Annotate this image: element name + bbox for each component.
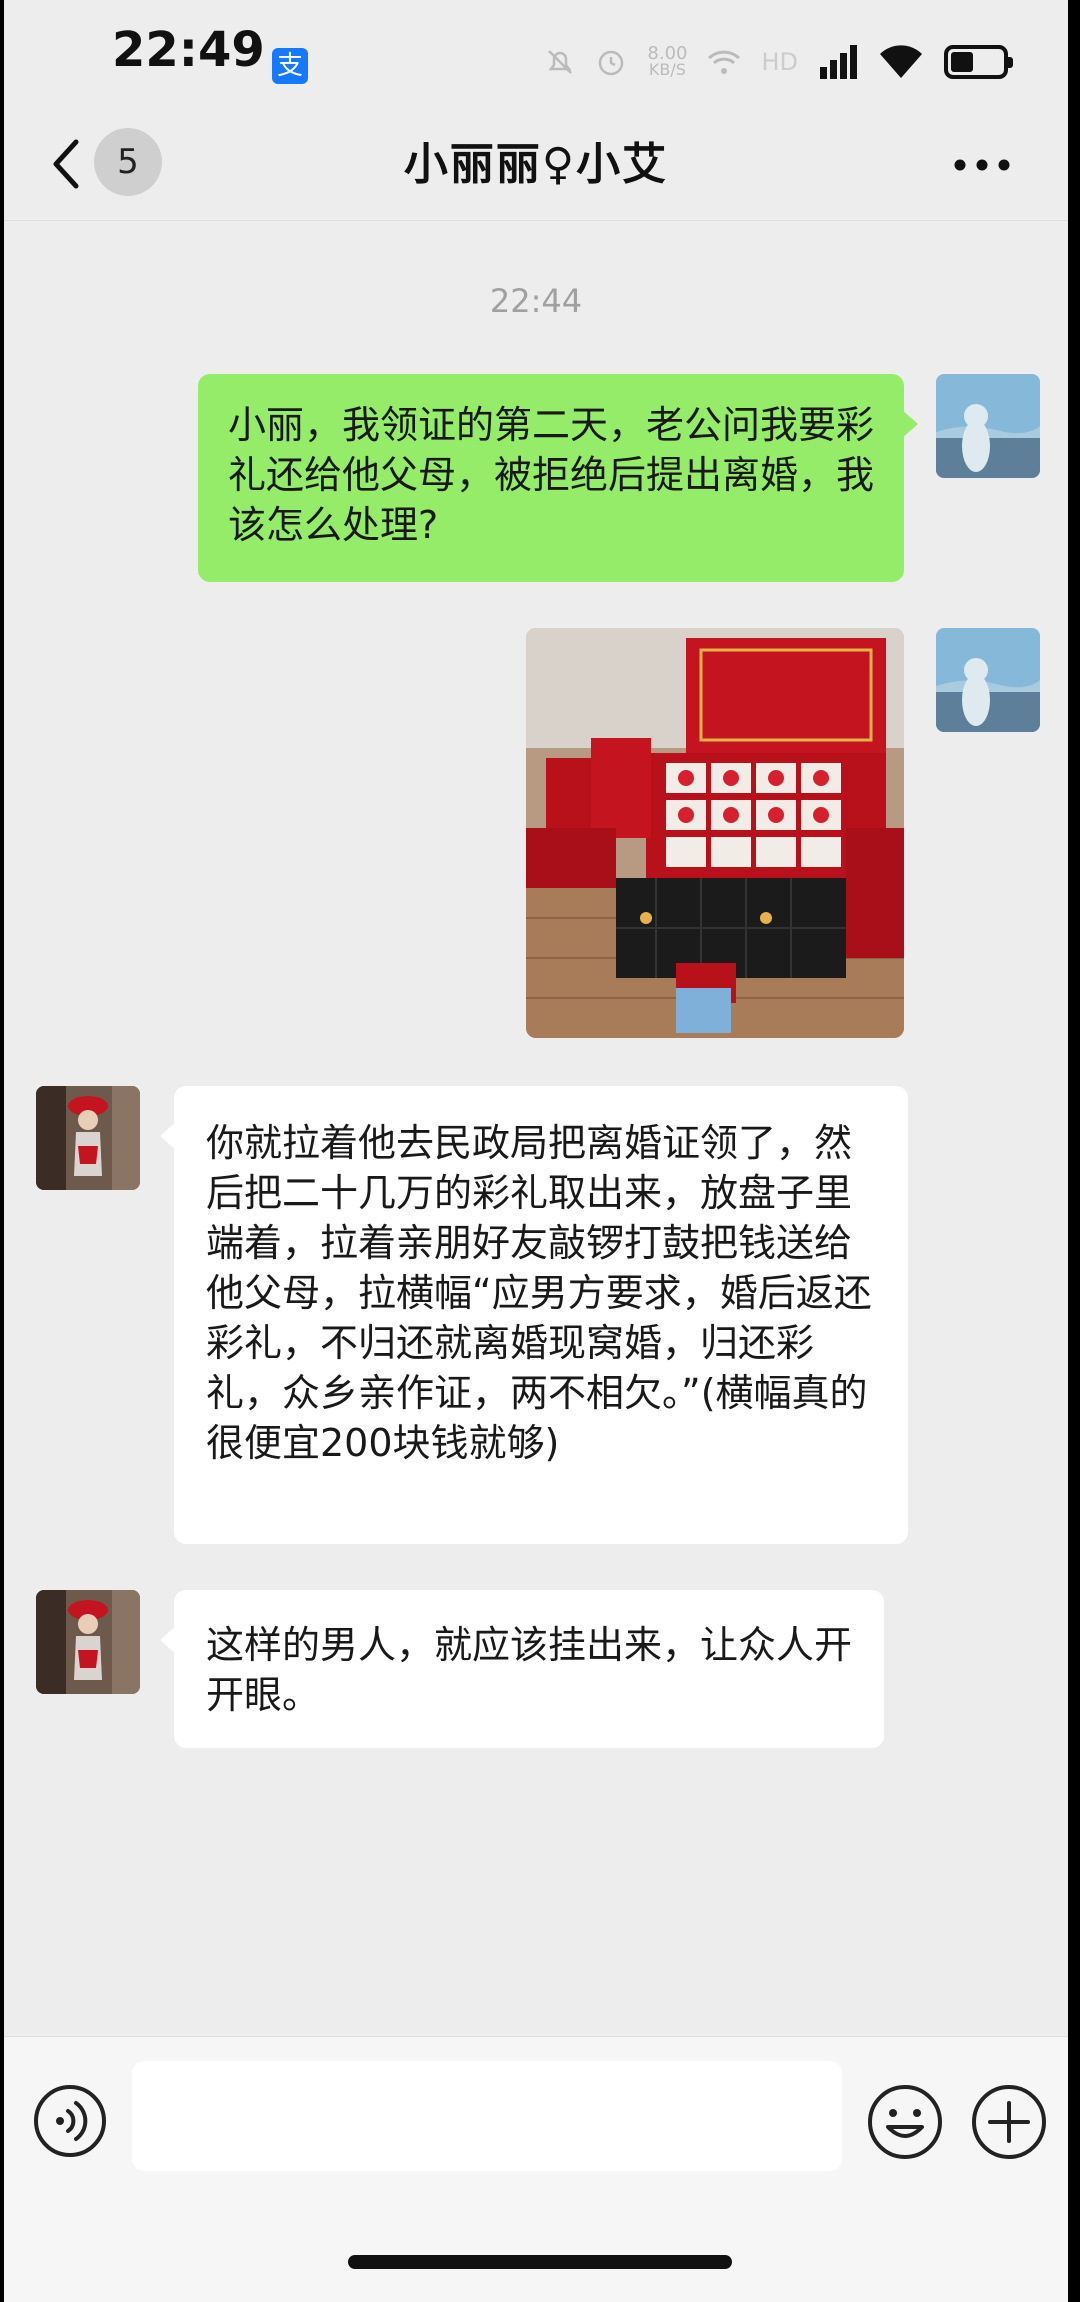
contact-avatar[interactable]	[36, 1086, 140, 1190]
unread-count-badge[interactable]: 5	[94, 128, 162, 196]
message-image[interactable]	[526, 628, 904, 1038]
status-bar: 22:49 支 8.00 KB/S HD	[4, 0, 1068, 110]
battery-icon	[944, 45, 1013, 79]
more-icon[interactable]	[952, 157, 1012, 173]
my-avatar[interactable]	[936, 374, 1040, 478]
contact-avatar[interactable]	[36, 1590, 140, 1694]
signal-icon	[820, 45, 857, 79]
message-bubble-sent[interactable]: 小丽，我领证的第二天，老公问我要彩礼还给他父母，被拒绝后提出离婚，我该怎么处理?	[198, 374, 918, 582]
plus-icon[interactable]	[970, 2083, 1048, 2161]
voice-icon[interactable]	[32, 2083, 108, 2159]
my-avatar[interactable]	[936, 628, 1040, 732]
alipay-icon: 支	[272, 48, 308, 84]
wifi-icon	[708, 50, 741, 74]
network-type: HD	[761, 48, 798, 76]
message-text: 这样的男人，就应该挂出来，让众人开开眼。	[206, 1623, 853, 1717]
mute-icon	[548, 50, 573, 74]
back-chevron-icon[interactable]	[44, 134, 94, 194]
status-time: 22:49	[112, 22, 265, 78]
status-icons: 8.00 KB/S HD	[545, 43, 1013, 80]
emoji-icon[interactable]	[866, 2083, 944, 2161]
message-bubble-received[interactable]: 这样的男人，就应该挂出来，让众人开开眼。	[160, 1590, 884, 1748]
alarm-icon	[599, 50, 624, 76]
message-text: 小丽，我领证的第二天，老公问我要彩礼还给他父母，被拒绝后提出离婚，我该怎么处理?	[228, 403, 875, 547]
chat-screen: 22:49 支 8.00 KB/S HD 小丽丽♀小艾 5 22:44 小丽，我…	[4, 0, 1068, 2302]
wifi-icon	[880, 45, 922, 78]
input-bar	[4, 2036, 1068, 2302]
chat-header: 小丽丽♀小艾	[4, 110, 1068, 221]
message-input[interactable]	[132, 2061, 842, 2171]
message-text: 你就拉着他去民政局把离婚证领了，然后把二十几万的彩礼取出来，放盘子里端着，拉着亲…	[206, 1121, 872, 1465]
net-speed: 8.00 KB/S	[647, 43, 688, 79]
message-timestamp: 22:44	[489, 282, 583, 320]
chat-title: 小丽丽♀小艾	[403, 139, 669, 190]
message-bubble-received[interactable]: 你就拉着他去民政局把离婚证领了，然后把二十几万的彩礼取出来，放盘子里端着，拉着亲…	[160, 1086, 908, 1544]
home-indicator[interactable]	[348, 2255, 732, 2269]
